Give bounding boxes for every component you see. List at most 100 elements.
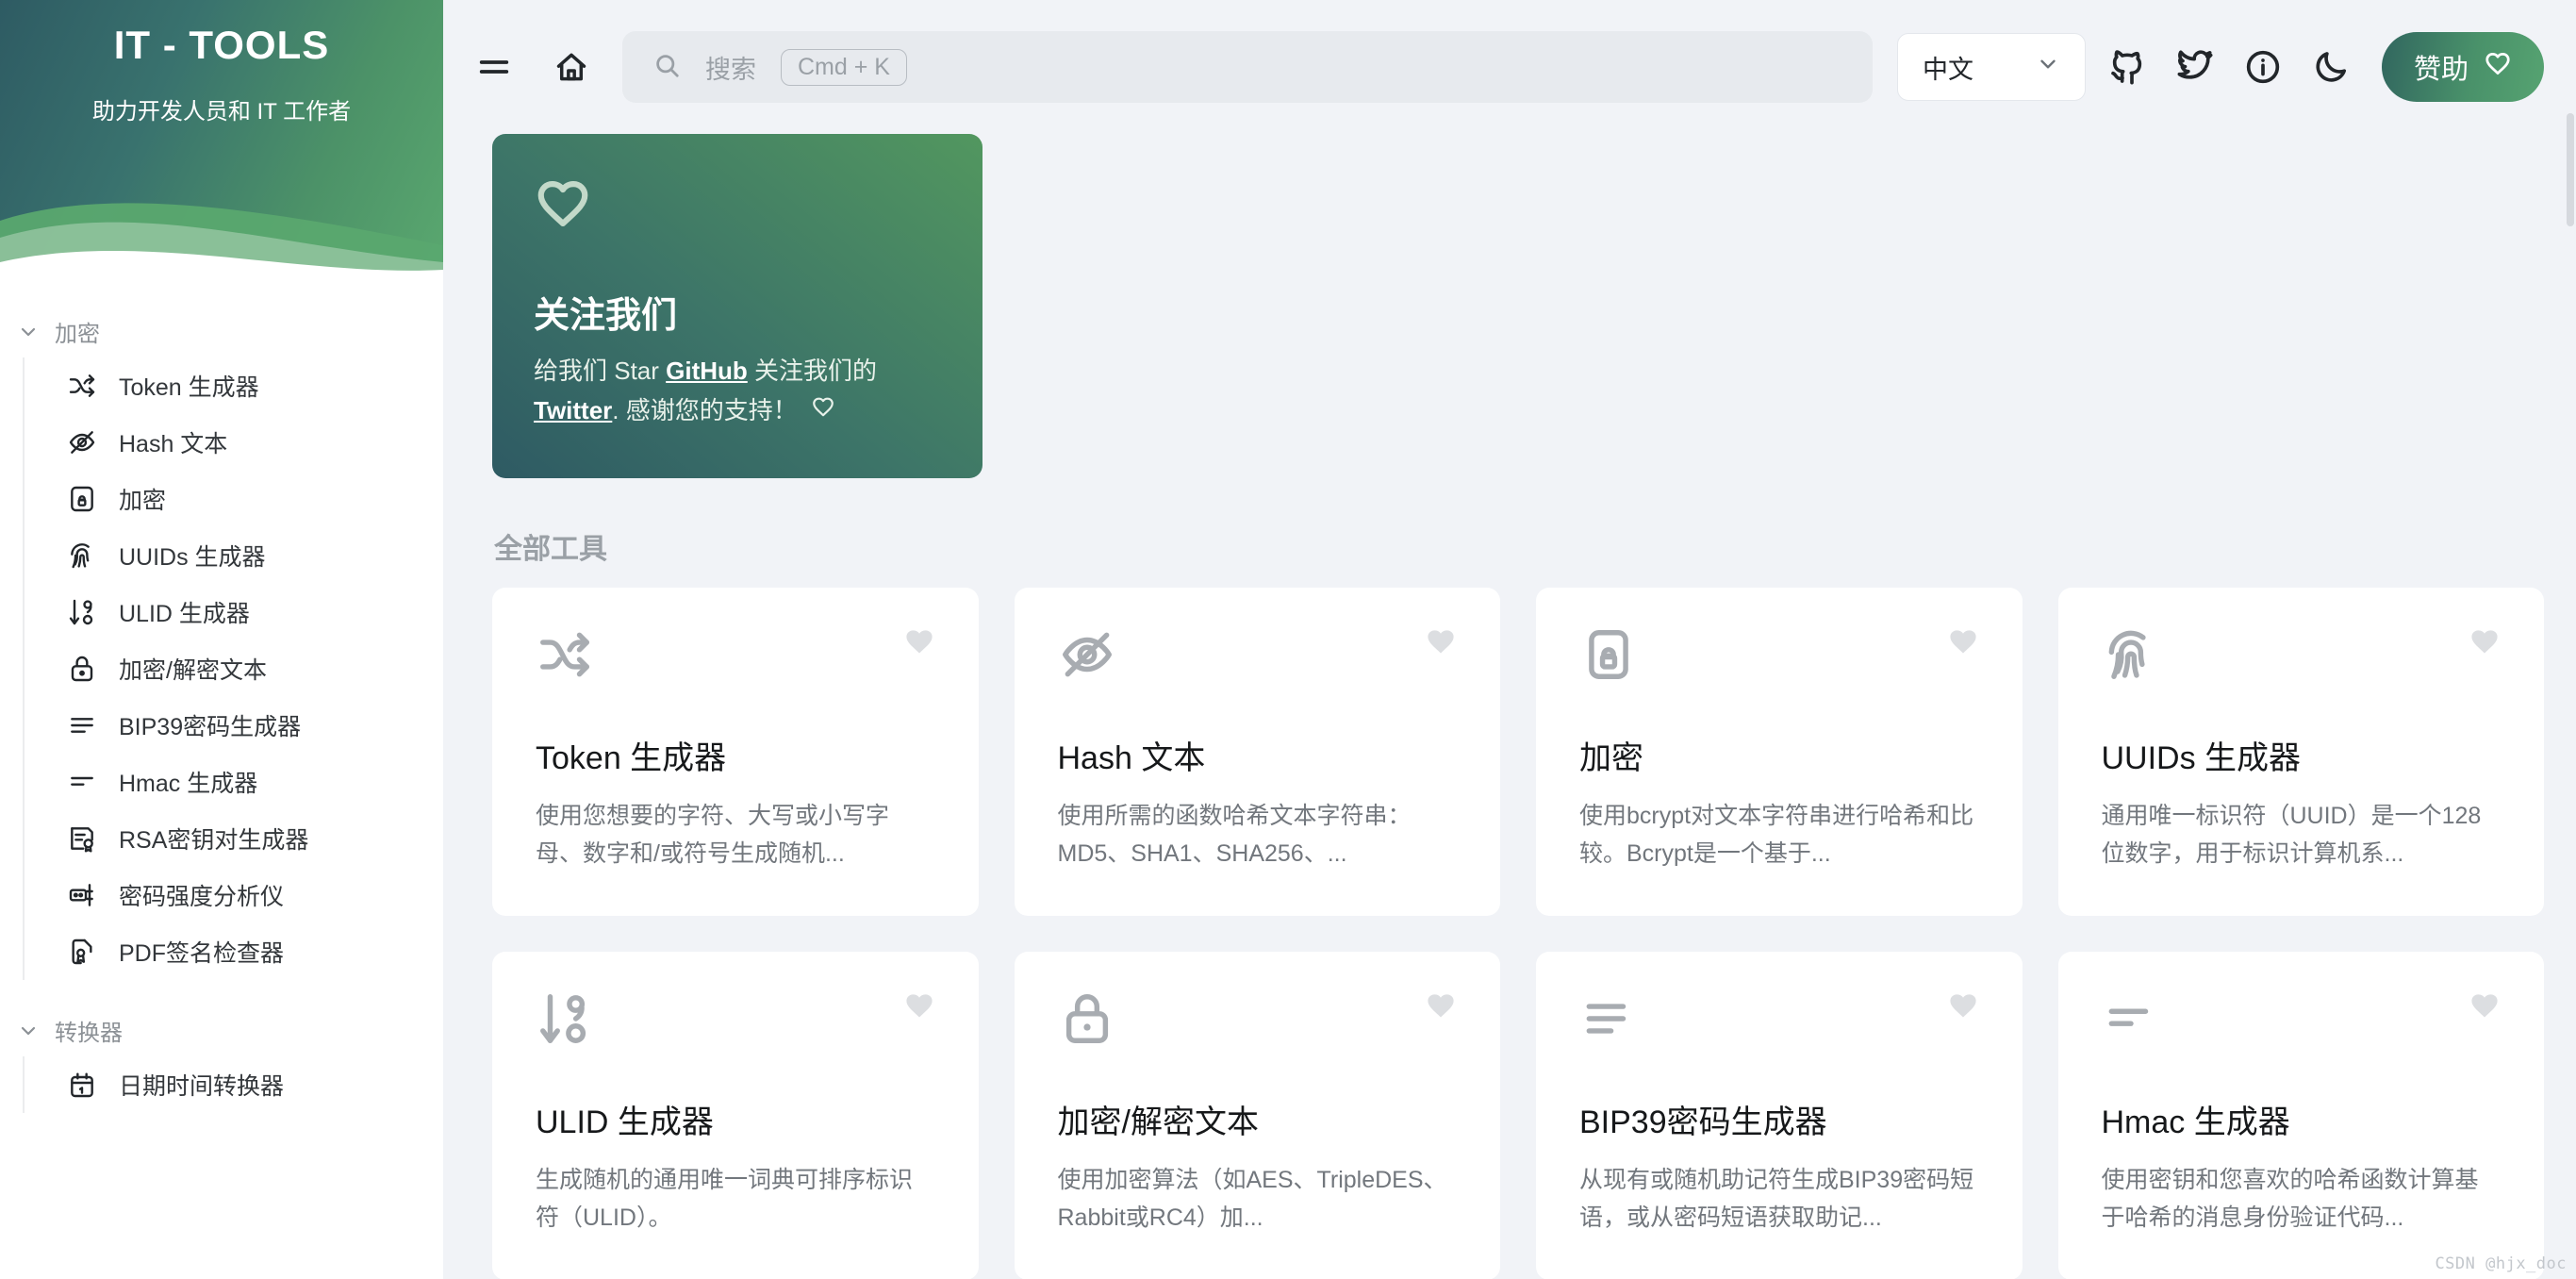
heart-icon — [2484, 49, 2512, 85]
search-input[interactable]: 搜索 Cmd + K — [622, 31, 1873, 103]
eye-off-icon — [66, 426, 98, 458]
chevron-down-icon — [15, 321, 41, 343]
sort-numeric-icon — [66, 596, 98, 628]
tool-card-title: 加密/解密文本 — [1057, 1105, 1259, 1140]
sidebar-item-password-strength[interactable]: 密码强度分析仪 — [25, 867, 443, 923]
topbar: 搜索 Cmd + K 中文 赞助 — [443, 0, 2576, 134]
tools-grid: Token 生成器 使用您想要的字符、大写或小写字母、数字和/或符号生成随机..… — [492, 588, 2544, 1279]
search-icon — [652, 51, 681, 84]
sidebar-group-label: 加密 — [55, 322, 100, 347]
sort-numeric-icon — [536, 989, 594, 1053]
fingerprint-icon — [66, 540, 98, 572]
favorite-button[interactable] — [903, 989, 935, 1026]
follow-us-text: 给我们 Star GitHub 关注我们的 Twitter. 感谢您的支持！ — [534, 351, 941, 430]
sidebar-group-header-converter[interactable]: 转换器 — [0, 1005, 443, 1056]
search-shortcut-badge: Cmd + K — [781, 48, 907, 86]
sidebar-item-label: BIP39密码生成器 — [119, 714, 302, 740]
tool-card-description: 使用您想要的字符、大写或小写字母、数字和/或符号生成随机... — [536, 803, 890, 867]
tool-card-encrypt-decrypt-text[interactable]: 加密/解密文本 使用加密算法（如AES、TripleDES、Rabbit或RC4… — [1014, 952, 1500, 1279]
tool-card-description: 通用唯一标识符（UUID）是一个128位数字，用于标识计算机系... — [2101, 803, 2482, 867]
sidebar-group-items-converter: 日期时间转换器 — [23, 1056, 443, 1113]
tool-card-title: BIP39密码生成器 — [1579, 1105, 1827, 1140]
sidebar-item-hmac-generator[interactable]: Hmac 生成器 — [25, 754, 443, 810]
tool-card-ulid-generator[interactable]: ULID 生成器 生成随机的通用唯一词典可排序标识符（ULID）。 — [492, 952, 979, 1279]
sponsor-button[interactable]: 赞助 — [2381, 32, 2544, 102]
sidebar-item-encrypt-decrypt-text[interactable]: 加密/解密文本 — [25, 640, 443, 697]
lock-square-icon — [1579, 625, 1638, 689]
sidebar-group-converter: 转换器 日期时间转换器 — [0, 1005, 443, 1113]
list-lines-icon — [1579, 989, 1638, 1053]
brand-subtitle: 助力开发人员和 IT 工作者 — [91, 99, 352, 125]
sidebar-item-label: ULID 生成器 — [119, 601, 250, 627]
main-area: 搜索 Cmd + K 中文 赞助 关注我们 给我们 Star GitHub 关注… — [443, 0, 2576, 1279]
favorite-button[interactable] — [2469, 625, 2501, 662]
sidebar-group-header-encryption[interactable]: 加密 — [0, 306, 443, 357]
follow-us-text-middle: 关注我们的 — [747, 357, 878, 385]
tool-card-title: 加密 — [1579, 740, 1643, 776]
sidebar-item-datetime-converter[interactable]: 日期时间转换器 — [25, 1056, 443, 1113]
sidebar-item-token-generator[interactable]: Token 生成器 — [25, 357, 443, 414]
github-icon[interactable] — [2101, 41, 2154, 93]
sidebar-item-label: 加密/解密文本 — [119, 657, 267, 684]
tool-card-description: 使用密钥和您喜欢的哈希函数计算基于哈希的消息身份验证代码... — [2101, 1167, 2479, 1231]
sidebar-nav: 加密 Token 生成器 Hash 文本 加密 UUIDs 生成器 ULID 生… — [0, 283, 443, 1113]
sponsor-button-label: 赞助 — [2413, 55, 2469, 85]
padlock-icon — [1058, 989, 1116, 1053]
tool-card-hmac-generator[interactable]: Hmac 生成器 使用密钥和您喜欢的哈希函数计算基于哈希的消息身份验证代码... — [2057, 952, 2544, 1279]
tool-card-bcrypt[interactable]: 加密 使用bcrypt对文本字符串进行哈希和比较。Bcrypt是一个基于... — [1536, 588, 2023, 916]
favorite-button[interactable] — [2469, 989, 2501, 1026]
sidebar-item-label: Hash 文本 — [119, 431, 228, 457]
favorite-button[interactable] — [1947, 625, 1979, 662]
lock-square-icon — [66, 483, 98, 515]
sidebar-item-pdf-signature[interactable]: PDF签名检查器 — [25, 923, 443, 980]
watermark: CSDN @hjx_doc — [2435, 1254, 2567, 1273]
sidebar-item-hash-text[interactable]: Hash 文本 — [25, 414, 443, 471]
tool-card-description: 从现有或随机助记符生成BIP39密码短语，或从密码短语获取助记... — [1579, 1167, 1974, 1231]
sidebar-item-label: RSA密钥对生成器 — [119, 827, 309, 854]
language-select[interactable]: 中文 — [1896, 33, 2086, 101]
content-area: 关注我们 给我们 Star GitHub 关注我们的 Twitter. 感谢您的… — [443, 134, 2576, 1279]
github-link[interactable]: GitHub — [666, 357, 748, 385]
twitter-link[interactable]: Twitter — [534, 396, 612, 424]
two-lines-icon — [2102, 989, 2160, 1053]
home-icon[interactable] — [545, 41, 598, 93]
favorite-button[interactable] — [1425, 625, 1457, 662]
tool-card-description: 使用加密算法（如AES、TripleDES、Rabbit或RC4）加... — [1057, 1167, 1447, 1231]
app-root: IT - TOOLS 助力开发人员和 IT 工作者 加密 Token 生成器 H… — [0, 0, 2576, 1279]
shuffle-icon — [536, 625, 594, 689]
sidebar-brand-header: IT - TOOLS 助力开发人员和 IT 工作者 — [0, 0, 443, 283]
certificate-icon — [66, 822, 98, 855]
sidebar-group-encryption: 加密 Token 生成器 Hash 文本 加密 UUIDs 生成器 ULID 生… — [0, 306, 443, 980]
info-icon[interactable] — [2237, 41, 2289, 93]
favorite-button[interactable] — [1425, 989, 1457, 1026]
twitter-icon[interactable] — [2169, 41, 2221, 93]
follow-us-card[interactable]: 关注我们 给我们 Star GitHub 关注我们的 Twitter. 感谢您的… — [492, 134, 983, 478]
sidebar-item-ulid-generator[interactable]: ULID 生成器 — [25, 584, 443, 640]
tool-card-title: Hash 文本 — [1057, 740, 1206, 776]
sidebar-item-uuid-generator[interactable]: UUIDs 生成器 — [25, 527, 443, 584]
hamburger-icon[interactable] — [468, 41, 520, 93]
scrollbar-thumb[interactable] — [2567, 113, 2574, 226]
tool-card-hash-text[interactable]: Hash 文本 使用所需的函数哈希文本字符串：MD5、SHA1、SHA256、.… — [1014, 588, 1500, 916]
tool-card-bip39-generator[interactable]: BIP39密码生成器 从现有或随机助记符生成BIP39密码短语，或从密码短语获取… — [1536, 952, 2023, 1279]
favorite-button[interactable] — [1947, 989, 1979, 1026]
padlock-icon — [66, 653, 98, 685]
sidebar-item-bcrypt[interactable]: 加密 — [25, 471, 443, 527]
follow-us-title: 关注我们 — [534, 296, 678, 336]
section-title-all-tools: 全部工具 — [494, 534, 607, 565]
sidebar-item-rsa-keypair[interactable]: RSA密钥对生成器 — [25, 810, 443, 867]
fingerprint-icon — [2102, 625, 2160, 689]
moon-icon[interactable] — [2304, 41, 2357, 93]
chevron-down-icon — [2036, 52, 2060, 83]
tool-card-token-generator[interactable]: Token 生成器 使用您想要的字符、大写或小写字母、数字和/或符号生成随机..… — [492, 588, 979, 916]
sidebar-item-label: Token 生成器 — [119, 374, 259, 401]
two-lines-icon — [66, 766, 98, 798]
tool-card-uuid-generator[interactable]: UUIDs 生成器 通用唯一标识符（UUID）是一个128位数字，用于标识计算机… — [2057, 588, 2544, 916]
tool-card-title: Token 生成器 — [536, 740, 727, 776]
wave-decoration — [0, 203, 443, 283]
heart-icon — [534, 174, 941, 237]
sidebar-item-bip39-generator[interactable]: BIP39密码生成器 — [25, 697, 443, 754]
tool-card-description: 生成随机的通用唯一词典可排序标识符（ULID）。 — [536, 1167, 914, 1231]
topbar-actions: 中文 赞助 — [1896, 32, 2544, 102]
favorite-button[interactable] — [903, 625, 935, 662]
